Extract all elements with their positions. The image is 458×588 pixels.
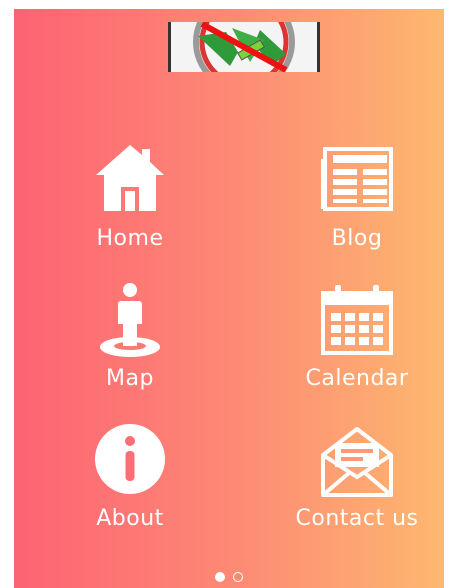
app-logo [168,22,320,72]
menu-label-map: Map [106,366,154,391]
calendar-icon [321,285,393,355]
menu-item-calendar[interactable]: Calendar [282,281,432,411]
menu-item-about[interactable]: About [55,421,205,551]
menu-item-map[interactable]: Map [55,281,205,411]
home-icon [96,145,164,211]
menu-label-home: Home [96,226,164,251]
menu-item-contact[interactable]: Contact us [282,421,432,551]
newspaper-icon [321,147,393,211]
menu-label-contact: Contact us [295,506,419,531]
page-indicator [14,567,444,586]
menu-label-about: About [96,506,164,531]
envelope-icon [321,427,393,497]
menu-item-home[interactable]: Home [55,141,205,271]
page-dot-1[interactable] [215,572,226,582]
app-screen: Home Blog Map Calendar About Contact us [14,9,444,588]
page-dot-2[interactable] [232,572,243,582]
menu-label-blog: Blog [331,226,383,251]
person-location-icon [100,283,160,357]
info-icon [95,424,165,494]
menu-item-blog[interactable]: Blog [282,141,432,271]
no-cannabis-logo-icon [168,22,320,72]
menu-label-calendar: Calendar [305,366,409,391]
